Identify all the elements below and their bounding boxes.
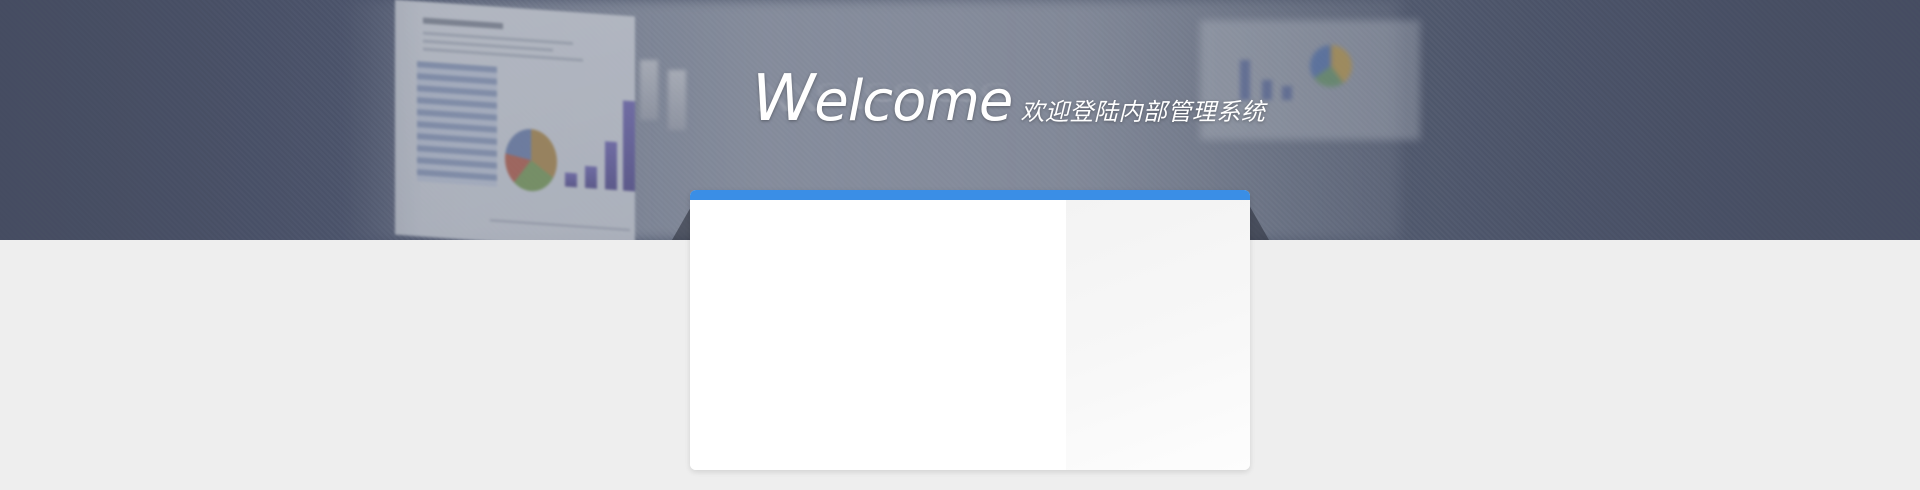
- login-page: Welcome 欢迎登陆内部管理系统 Welcome: [0, 0, 1920, 490]
- welcome-reflection-word: Welcome: [752, 74, 1013, 118]
- welcome-reflection: Welcome: [752, 74, 1012, 118]
- login-form-panel: [690, 200, 1066, 470]
- login-card-accent-bar: [690, 190, 1250, 200]
- login-card: [690, 190, 1250, 470]
- welcome-reflection-initial: W: [752, 73, 815, 118]
- welcome-subtitle: 欢迎登陆内部管理系统: [1020, 98, 1266, 126]
- welcome-reflection-rest: elcome: [814, 74, 1013, 114]
- login-side-panel: [1066, 200, 1250, 470]
